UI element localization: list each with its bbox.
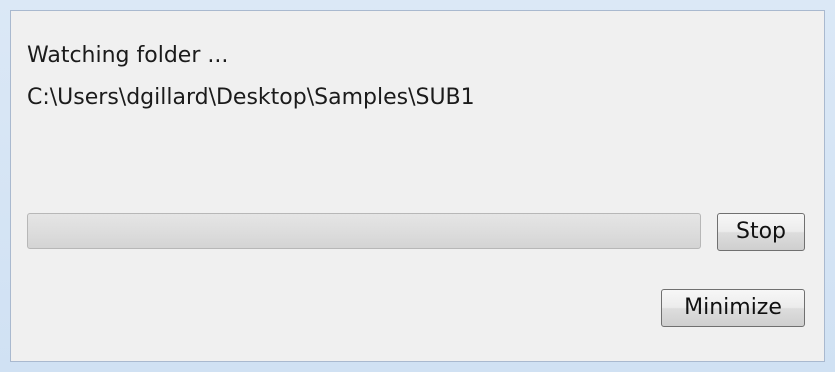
stop-button[interactable]: Stop	[717, 213, 805, 251]
minimize-button[interactable]: Minimize	[661, 289, 805, 327]
window-frame: Watching folder ... C:\Users\dgillard\De…	[0, 0, 835, 372]
status-title: Watching folder ...	[27, 43, 229, 68]
watched-folder-path: C:\Users\dgillard\Desktop\Samples\SUB1	[27, 85, 475, 110]
progress-bar	[27, 213, 701, 249]
